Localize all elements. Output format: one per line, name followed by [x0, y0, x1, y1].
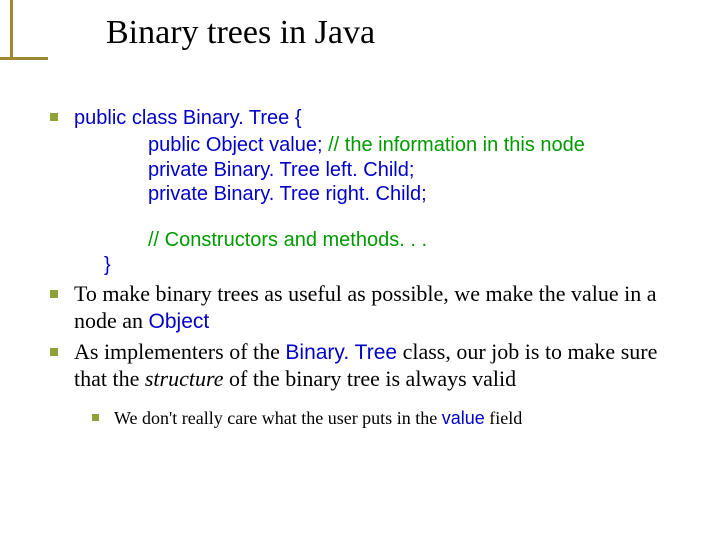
slide: Binary trees in Java public class Binary…: [0, 0, 720, 540]
bullet-impl-italic: structure: [145, 366, 224, 391]
code-line-1: public class Binary. Tree {: [74, 107, 302, 129]
bullet-impl-c: of the binary tree is always valid: [224, 366, 517, 391]
bullet-icon: [50, 348, 58, 356]
bullet-code: public class Binary. Tree { public Objec…: [44, 104, 688, 277]
code-line-3: private Binary. Tree left. Child;: [74, 158, 688, 182]
accent-vertical: [10, 0, 13, 60]
bullet-impl-a: As implementers of the: [74, 339, 285, 364]
sub-bullet-b: field: [485, 408, 523, 428]
code-line-6: }: [74, 253, 688, 277]
code-line-4: private Binary. Tree right. Child;: [74, 182, 688, 206]
code-line-2-comment: // the information in this node: [323, 134, 585, 156]
code-line-2: public Object value;: [148, 134, 323, 156]
bullet-icon: [92, 414, 99, 421]
bullet-icon: [50, 113, 58, 121]
bullet-object-code: Object: [149, 310, 210, 333]
sub-bullet-code: value: [442, 408, 485, 428]
sub-bullet-value: We don't really care what the user puts …: [44, 407, 688, 430]
bullet-icon: [50, 290, 58, 298]
code-line-5-comment: // Constructors and methods. . .: [74, 228, 688, 252]
slide-title: Binary trees in Java: [106, 14, 375, 52]
bullet-object: To make binary trees as useful as possib…: [44, 281, 688, 335]
bullet-impl-code: Binary. Tree: [285, 341, 397, 364]
sub-bullet-a: We don't really care what the user puts …: [114, 408, 442, 428]
slide-body: public class Binary. Tree { public Objec…: [44, 104, 688, 430]
bullet-implementers: As implementers of the Binary. Tree clas…: [44, 339, 688, 393]
accent-horizontal: [0, 57, 48, 60]
